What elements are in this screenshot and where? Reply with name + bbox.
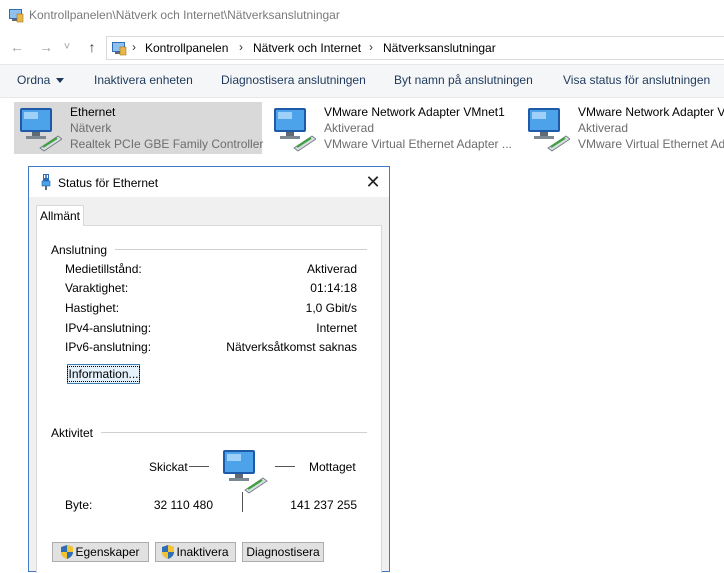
group-divider	[115, 249, 367, 250]
breadcrumb-network-internet[interactable]: Nätverk och Internet	[253, 41, 361, 55]
bytes-label: Byte:	[65, 498, 93, 512]
organize-label: Ordna	[17, 73, 51, 87]
speed-value: 1,0 Gbit/s	[305, 301, 357, 315]
properties-button[interactable]: Egenskaper	[52, 542, 149, 562]
uac-shield-icon	[61, 545, 74, 559]
details-button[interactable]: Information...	[67, 364, 140, 384]
adapter-status: Aktiverad	[324, 121, 375, 135]
adapter-device: VMware Virtual Ethernet Ad	[578, 137, 724, 151]
window-title-bar: Kontrollpanelen\Nätverk och Internet\Nät…	[0, 0, 724, 32]
bytes-received-value: 141 237 255	[290, 498, 357, 512]
network-adapter-icon	[274, 108, 316, 152]
dialog-title-bar: Status för Ethernet ✕	[29, 167, 389, 197]
network-adapter-icon	[528, 108, 570, 152]
breadcrumb-separator-icon: ›	[239, 40, 243, 54]
speed-label: Hastighet:	[65, 301, 120, 315]
breadcrumb-separator-icon: ›	[369, 40, 373, 54]
details-button-label: Information...	[67, 366, 140, 382]
ipv6-connectivity-label: IPv6-anslutning:	[65, 340, 152, 354]
disable-button-label: Inaktivera	[176, 545, 229, 559]
recent-locations-icon[interactable]: ˅	[61, 38, 73, 56]
navigation-bar: ← → ˅ ↑ › Kontrollpanelen › Nätverk och …	[0, 32, 724, 62]
sent-label: Skickat	[149, 460, 188, 474]
organize-menu-button[interactable]: Ordna	[17, 73, 65, 87]
close-icon[interactable]: ✕	[361, 171, 385, 193]
media-state-value: Aktiverad	[306, 262, 357, 276]
received-label: Mottaget	[309, 460, 356, 474]
forward-arrow-icon[interactable]: →	[37, 38, 55, 56]
group-divider	[101, 432, 367, 433]
dropdown-caret-icon	[56, 78, 65, 84]
adapter-status: Nätverk	[70, 121, 112, 135]
adapter-tile-vmnet8[interactable]: VMware Network Adapter V Aktiverad VMwar…	[522, 102, 724, 154]
breadcrumb-network-connections[interactable]: Nätverksanslutningar	[383, 41, 496, 55]
disable-button[interactable]: Inaktivera	[155, 542, 236, 562]
ipv4-connectivity-value: Internet	[316, 321, 357, 335]
window-title: Kontrollpanelen\Nätverk och Internet\Nät…	[29, 8, 340, 22]
activity-divider	[242, 492, 243, 512]
ethernet-status-dialog: Status för Ethernet ✕ Allmänt Anslutning…	[28, 166, 390, 573]
diagnose-connection-button[interactable]: Diagnostisera anslutningen	[221, 73, 366, 87]
adapter-name: VMware Network Adapter V	[578, 105, 724, 119]
network-activity-icon	[223, 450, 268, 494]
duration-label: Varaktighet:	[65, 281, 129, 295]
rename-connection-button[interactable]: Byt namn på anslutningen	[394, 73, 533, 87]
adapter-tile-vmnet1[interactable]: VMware Network Adapter VMnet1 Aktiverad …	[268, 102, 518, 154]
adapter-device: Realtek PCIe GBE Family Controller	[70, 137, 264, 151]
ipv6-connectivity-value: Nätverksåtkomst saknas	[226, 340, 357, 354]
connection-group-heading: Anslutning	[51, 243, 108, 257]
adapter-name: Ethernet	[70, 105, 116, 119]
breadcrumb-separator-icon: ›	[132, 40, 136, 54]
activity-group-heading: Aktivitet	[51, 426, 94, 440]
up-arrow-icon[interactable]: ↑	[83, 38, 101, 56]
sent-connector-line	[189, 466, 209, 467]
dialog-title: Status för Ethernet	[58, 176, 159, 190]
ipv4-connectivity-label: IPv4-anslutning:	[65, 321, 152, 335]
tab-panel-general: Anslutning Medietillstånd: Aktiverad Var…	[36, 225, 382, 573]
address-bar[interactable]: › Kontrollpanelen › Nätverk och Internet…	[106, 36, 724, 60]
properties-button-label: Egenskaper	[75, 545, 140, 559]
control-panel-icon	[9, 9, 24, 23]
adapter-name: VMware Network Adapter VMnet1	[324, 105, 505, 119]
network-adapter-icon	[20, 108, 62, 152]
ethernet-plug-icon	[41, 174, 51, 190]
view-connection-status-button[interactable]: Visa status för anslutningen	[563, 73, 710, 87]
adapter-status: Aktiverad	[578, 121, 629, 135]
tab-general[interactable]: Allmänt	[36, 205, 84, 226]
adapter-tile-ethernet[interactable]: Ethernet Nätverk Realtek PCIe GBE Family…	[14, 102, 264, 154]
uac-shield-icon	[162, 545, 175, 559]
received-connector-line	[275, 466, 295, 467]
bytes-sent-value: 32 110 480	[153, 498, 213, 512]
command-bar: Ordna Inaktivera enheten Diagnostisera a…	[0, 64, 724, 98]
duration-value: 01:14:18	[310, 281, 357, 295]
diagnose-button[interactable]: Diagnostisera	[242, 542, 324, 562]
disable-device-button[interactable]: Inaktivera enheten	[94, 73, 193, 87]
control-panel-icon	[112, 42, 127, 56]
breadcrumb-control-panel[interactable]: Kontrollpanelen	[145, 41, 228, 55]
back-arrow-icon[interactable]: ←	[8, 38, 26, 56]
media-state-label: Medietillstånd:	[65, 262, 142, 276]
adapter-device: VMware Virtual Ethernet Adapter ...	[324, 137, 512, 151]
